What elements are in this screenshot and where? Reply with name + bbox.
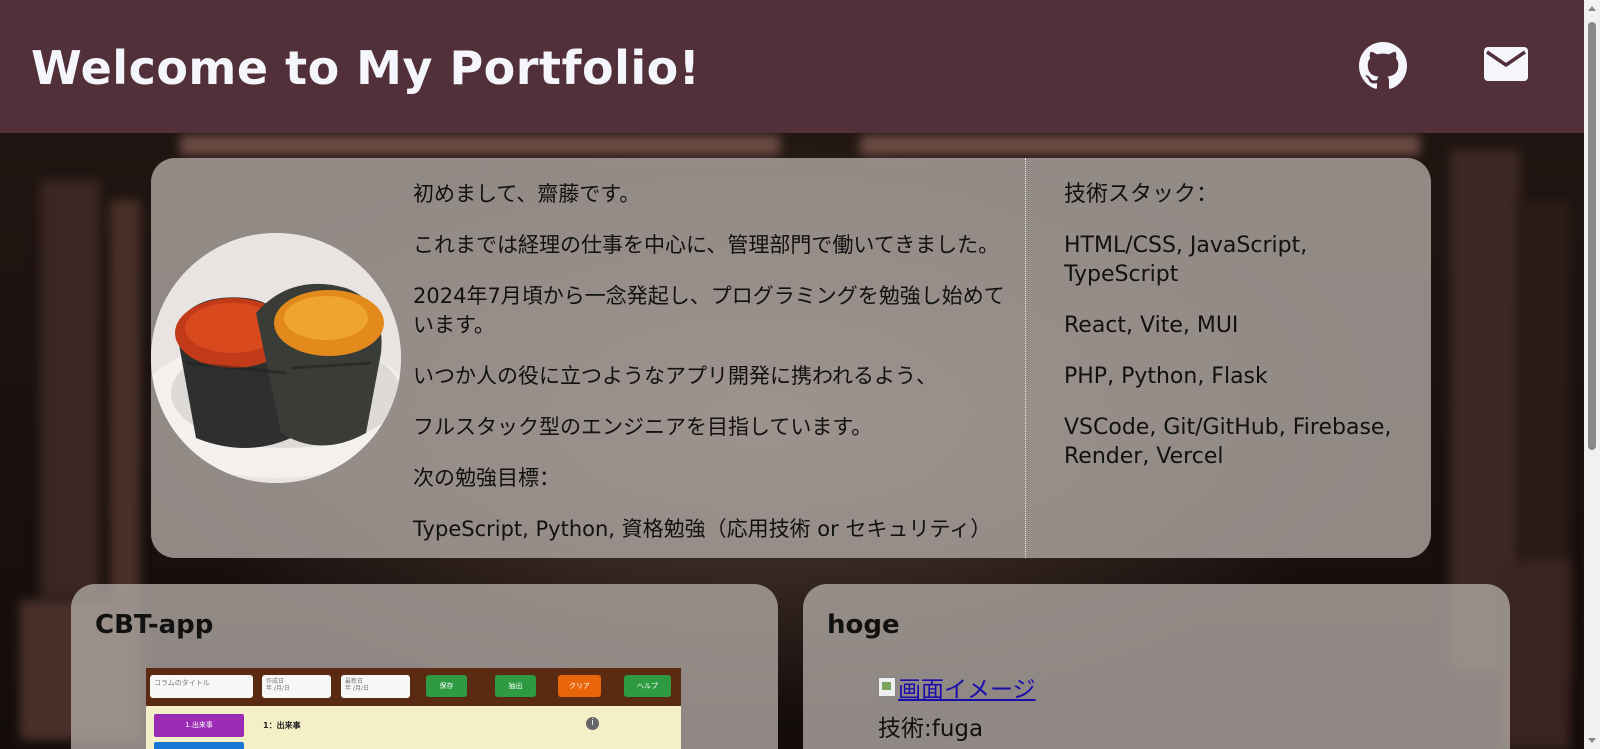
about-text: 初めまして、齋藤です。 これまでは経理の仕事を中心に、管理部門で働いてきました。… [413, 180, 1013, 566]
about-line: フルスタック型のエンジニアを目指しています。 [413, 415, 873, 439]
scroll-down-arrow-icon[interactable] [1588, 738, 1596, 743]
stack-line: VSCode, Git/GitHub, Firebase, Render, Ve… [1064, 415, 1392, 469]
project-screenshot[interactable]: コラムのタイトル 作成日 年 /月/日 最新日 年 /月/日 保存 抽出 クリア… [146, 668, 681, 749]
created-date-value: 年 /月/日 [266, 685, 290, 692]
created-label: 作成日 [266, 678, 285, 685]
about-line: 2024年7月頃から一念発起し、プログラミングを勉強し始めています。 [413, 284, 1005, 337]
project-tech: 技術:fuga [878, 716, 984, 742]
screenshot-toolbar: コラムのタイトル 作成日 年 /月/日 最新日 年 /月/日 保存 抽出 クリア… [146, 668, 681, 706]
github-icon[interactable] [1359, 42, 1407, 90]
screenshot-section-heading: 1：出来事 [263, 721, 301, 730]
mail-icon[interactable] [1483, 44, 1529, 84]
scrollbar-thumb[interactable] [1588, 22, 1596, 450]
updated-date-value: 年 /月/日 [345, 685, 369, 692]
tech-stack: 技術スタック： HTML/CSS, JavaScript, TypeScript… [1064, 180, 1404, 493]
screenshot-created-date: 作成日 年 /月/日 [262, 675, 331, 698]
avatar [151, 233, 401, 483]
profile-card: 初めまして、齋藤です。 これまでは経理の仕事を中心に、管理部門で働いてきました。… [151, 158, 1431, 558]
profile-divider [1025, 158, 1026, 558]
stack-heading: 技術スタック： [1064, 182, 1219, 207]
project-image-link[interactable]: 画面イメージ [878, 670, 1036, 704]
page-scrollbar[interactable] [1584, 0, 1600, 749]
stack-line: HTML/CSS, JavaScript, TypeScript [1064, 233, 1308, 287]
project-card-hoge[interactable]: hoge 画面イメージ 技術:fuga [803, 584, 1510, 749]
about-line: 初めまして、齋藤です。 [413, 182, 641, 206]
site-title: Welcome to My Portfolio! [31, 41, 701, 95]
stack-line: PHP, Python, Flask [1064, 364, 1268, 389]
screenshot-title-input: コラムのタイトル [150, 675, 253, 698]
screenshot-updated-date: 最新日 年 /月/日 [341, 675, 410, 698]
screenshot-clear-button: クリア [558, 675, 601, 697]
scroll-up-arrow-icon[interactable] [1588, 6, 1596, 11]
image-alt-text: 画面イメージ [898, 677, 1036, 703]
screenshot-help-button: ヘルプ [624, 675, 671, 697]
about-line: 次の勉強目標： [413, 466, 560, 490]
project-title: CBT-app [95, 610, 214, 640]
about-line: TypeScript, Python, 資格勉強（応用技術 or セキュリティ） [413, 517, 992, 541]
screenshot-save-button: 保存 [426, 675, 467, 697]
screenshot-side-item: 1.出来事 [154, 714, 244, 737]
info-icon: i [586, 717, 599, 730]
project-card-cbt-app[interactable]: CBT-app コラムのタイトル 作成日 年 /月/日 最新日 年 /月/日 保… [71, 584, 778, 749]
about-line: いつか人の役に立つようなアプリ開発に携われるよう、 [413, 364, 937, 388]
about-line: これまでは経理の仕事を中心に、管理部門で働いてきました。 [413, 233, 1000, 257]
sushi-photo [151, 233, 401, 483]
screenshot-side-item-2 [154, 742, 244, 749]
site-header: Welcome to My Portfolio! [0, 0, 1584, 133]
stack-line: React, Vite, MUI [1064, 313, 1239, 338]
screenshot-extract-button: 抽出 [495, 675, 536, 697]
updated-label: 最新日 [345, 678, 364, 685]
project-title: hoge [827, 610, 900, 640]
broken-image-icon [878, 677, 896, 697]
